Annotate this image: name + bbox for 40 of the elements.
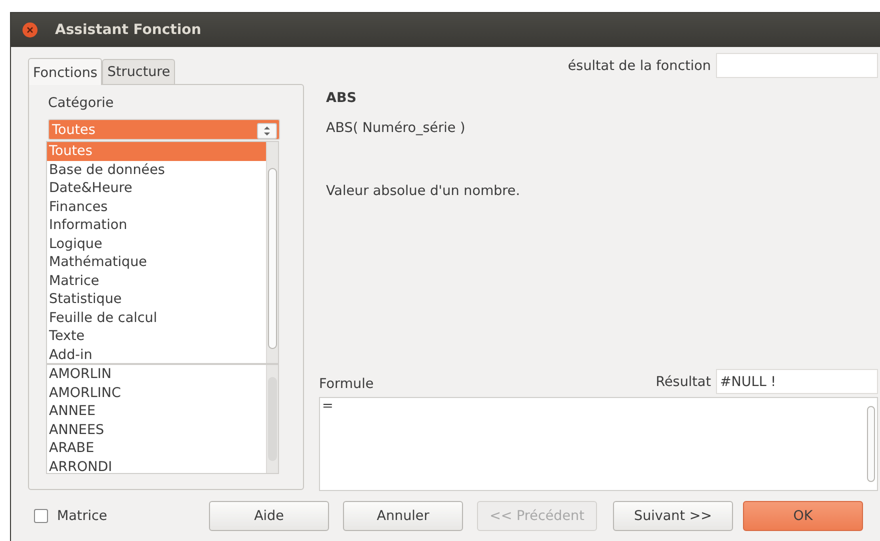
function-item[interactable]: AMORLINC	[47, 384, 266, 402]
function-description: Valeur absolue d'un nombre.	[326, 183, 522, 199]
function-result-field[interactable]	[716, 53, 878, 78]
category-item[interactable]: Feuille de calcul	[47, 308, 266, 327]
category-label: Catégorie	[48, 95, 115, 111]
matrix-checkbox[interactable]	[34, 509, 48, 523]
result-field[interactable]: #NULL !	[716, 369, 878, 394]
spinner-arrows-icon	[257, 123, 277, 139]
function-item[interactable]: ARRONDI	[47, 458, 266, 476]
function-result-label: ésultat de la fonction	[568, 58, 711, 74]
function-item[interactable]: ANNEE	[47, 402, 266, 420]
function-item[interactable]: AMORLIN	[47, 365, 266, 384]
scrollbar[interactable]	[266, 365, 278, 473]
scrollbar[interactable]	[266, 142, 278, 363]
category-item[interactable]: Date&Heure	[47, 179, 266, 198]
formula-field[interactable]: =	[319, 397, 878, 491]
tab[interactable]: Structure	[102, 59, 176, 84]
matrix-label: Matrice	[57, 508, 108, 524]
function-syntax: ABS( Numéro_série )	[326, 120, 466, 136]
window-title: Assistant Fonction	[55, 22, 202, 38]
category-item[interactable]: Mathématique	[47, 253, 266, 272]
dialog-button[interactable]: Aide	[209, 501, 329, 531]
category-item[interactable]: Information	[47, 216, 266, 234]
dialog-button[interactable]: OK	[743, 501, 863, 531]
close-icon[interactable]	[22, 22, 38, 38]
category-item[interactable]: Base de données	[47, 160, 266, 179]
category-item[interactable]: Finances	[47, 198, 266, 216]
category-item[interactable]: Logique	[47, 234, 266, 253]
category-item[interactable]: Add-in	[47, 346, 266, 364]
dialog-button[interactable]: Annuler	[343, 501, 463, 531]
function-item[interactable]: ARABE	[47, 439, 266, 458]
category-item[interactable]: Texte	[47, 327, 266, 346]
formula-label: Formule	[319, 376, 375, 392]
category-item[interactable]: Statistique	[47, 290, 266, 308]
function-item[interactable]: ANNEES	[47, 420, 266, 439]
function-name: ABS	[326, 90, 358, 106]
result-label: Résultat	[656, 374, 711, 390]
category-item[interactable]: Matrice	[47, 272, 266, 290]
tab[interactable]: Fonctions	[28, 58, 102, 85]
dialog-button[interactable]: Suivant >>	[613, 501, 733, 531]
